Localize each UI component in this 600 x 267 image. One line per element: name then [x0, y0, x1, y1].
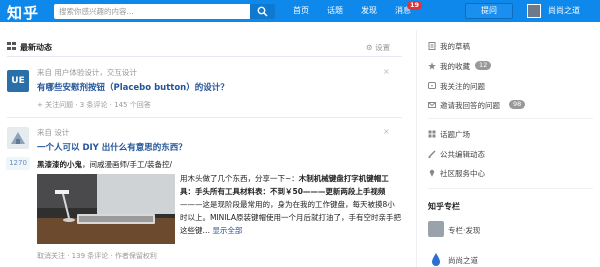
column-link-discover[interactable]: 专栏·发现: [448, 225, 480, 236]
search-icon: [257, 6, 268, 17]
author-bio: ，间戚漫画师/手工/装备控/: [82, 160, 173, 169]
item-actions[interactable]: + 关注问题 · 3 条评论 · 145 个回答: [37, 100, 151, 110]
dismiss-item-icon[interactable]: ×: [383, 67, 390, 76]
nav-home[interactable]: 首页: [293, 5, 309, 16]
edit-icon: [428, 150, 436, 158]
community-icon: [429, 169, 435, 177]
excerpt-lead: 用木头做了几个东西，分享一下~：: [180, 174, 299, 183]
drop-icon: [432, 253, 440, 266]
sidebar-item-favorites[interactable]: 我的收藏: [440, 61, 470, 72]
search-input[interactable]: 搜索你感兴趣的内容...: [54, 4, 250, 19]
author-name-link[interactable]: 黑漆漆的小鬼: [37, 160, 82, 169]
feed-title: 最新动态: [20, 43, 52, 52]
feed-list-icon: [7, 42, 16, 50]
sidebar-item-drafts[interactable]: 我的草稿: [440, 41, 470, 52]
answer-excerpt[interactable]: 用木头做了几个东西，分享一下~：木制机械键盘打字机键帽工具：手头所有工具材料表：…: [180, 172, 402, 237]
ask-question-button[interactable]: 提问: [465, 3, 513, 19]
column-link-user[interactable]: 尚尚之道: [448, 255, 478, 266]
sidebar-divider: [428, 188, 593, 189]
search-button[interactable]: [250, 4, 275, 19]
zhihu-logo[interactable]: 知乎: [7, 2, 39, 23]
source-prefix: 来自: [37, 68, 52, 77]
column-avatar[interactable]: [428, 221, 444, 237]
nav-topics[interactable]: 话题: [327, 5, 343, 16]
zhuanlan-section-title: 知乎专栏: [428, 202, 460, 211]
favorites-count-badge: 12: [475, 61, 492, 70]
column-avatar[interactable]: [428, 251, 444, 267]
sidebar-divider: [428, 118, 593, 119]
divider: [7, 117, 402, 118]
message-count-badge: 19: [407, 1, 423, 10]
design-topic-icon: [7, 127, 29, 149]
item-source: 来自 用户体验设计，交互设计: [37, 67, 137, 78]
source-prefix: 来自: [37, 128, 52, 137]
dismiss-item-icon[interactable]: ×: [383, 127, 390, 136]
divider: [7, 56, 402, 57]
star-icon: [428, 62, 436, 70]
sidebar-item-followed-questions[interactable]: 我关注的问题: [440, 81, 485, 92]
sidebar-item-topic-square[interactable]: 话题广场: [440, 129, 470, 140]
top-nav-bar: 知乎 搜索你感兴趣的内容... 首页 话题 发现 消息 19 提问 尚尚之道: [0, 0, 600, 22]
gear-icon: ⚙: [366, 43, 373, 52]
topic-avatar[interactable]: [7, 127, 29, 149]
question-title-link[interactable]: 有哪些安慰剂按钮（Placebo button）的设计？: [37, 81, 229, 93]
grid-icon: [428, 130, 436, 138]
item-source: 来自 设计: [37, 127, 69, 138]
item-actions[interactable]: 取消关注 · 139 条评论 · 作者保留权利: [37, 251, 157, 261]
source-topic-link[interactable]: 设计: [54, 128, 69, 137]
nav-explore[interactable]: 发现: [361, 5, 377, 16]
desk-lamp-photo: [37, 174, 175, 244]
feed-settings-link[interactable]: ⚙ 设置: [366, 42, 390, 53]
source-topic-link[interactable]: 用户体验设计，交互设计: [54, 68, 137, 77]
show-more-link[interactable]: 显示全部: [212, 226, 242, 235]
sidebar-item-public-edits[interactable]: 公共编辑动态: [440, 149, 485, 160]
user-name-link[interactable]: 尚尚之道: [548, 5, 580, 16]
invite-icon: [428, 102, 436, 108]
sidebar-item-invitations[interactable]: 邀请我回答的问题: [440, 100, 500, 111]
topic-avatar[interactable]: UE: [7, 70, 29, 92]
answer-thumbnail-image[interactable]: [37, 174, 175, 244]
sidebar-divider: [416, 30, 417, 267]
invitations-count-badge: 98: [509, 100, 526, 109]
upvote-count-button[interactable]: 1270: [6, 157, 30, 170]
settings-label: 设置: [375, 43, 391, 52]
draft-icon: [428, 42, 436, 50]
answer-author: 黑漆漆的小鬼，间戚漫画师/手工/装备控/: [37, 159, 172, 170]
question-icon: [428, 82, 436, 89]
question-title-link[interactable]: 一个人可以 DIY 出什么有意思的东西？: [37, 141, 187, 153]
user-avatar[interactable]: [527, 4, 541, 18]
sidebar-item-community-center[interactable]: 社区服务中心: [440, 168, 485, 179]
